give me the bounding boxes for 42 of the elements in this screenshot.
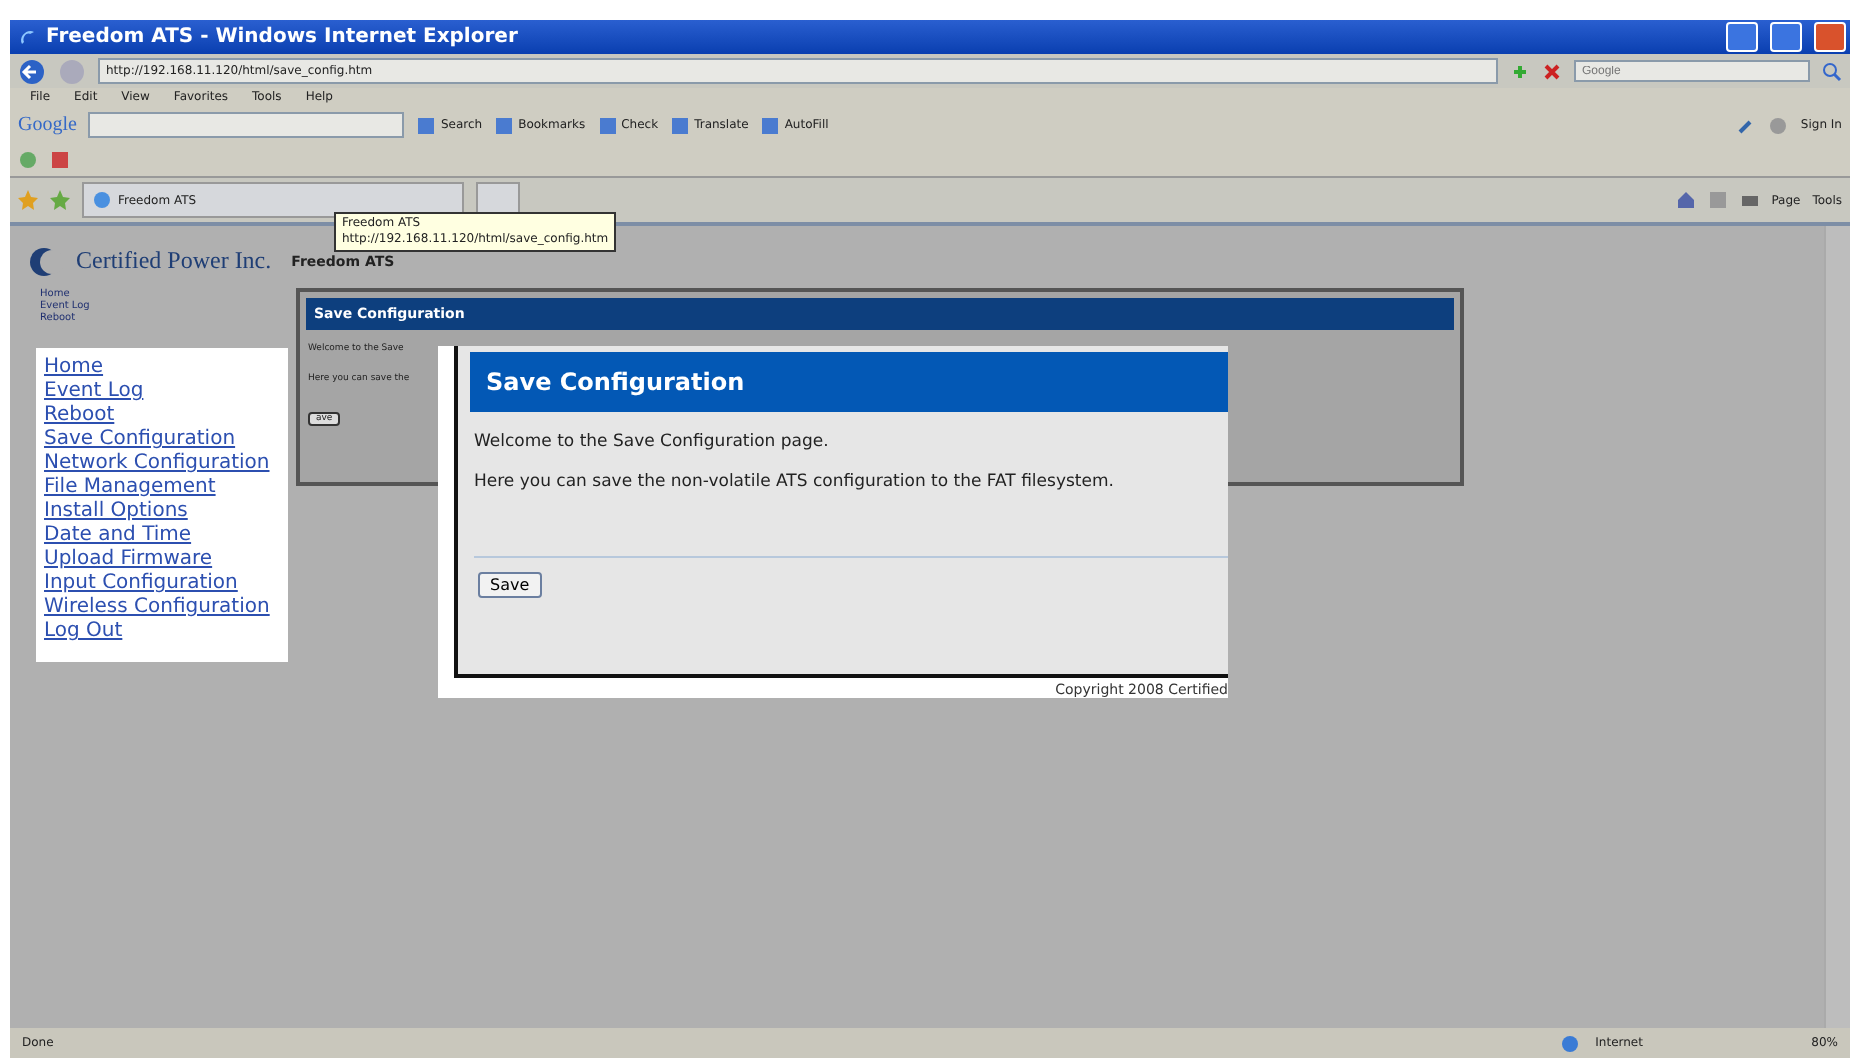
panel-text: Welcome to the Save Configuration page.: [474, 432, 831, 452]
nav-link[interactable]: Network Configuration: [44, 452, 270, 476]
toolbar-search-field[interactable]: [88, 112, 405, 138]
globe-icon: [1559, 1033, 1580, 1053]
restore-button[interactable]: [1770, 22, 1802, 52]
close-button[interactable]: [1814, 22, 1846, 52]
nav-link[interactable]: Event Log: [44, 380, 144, 404]
nav-link[interactable]: Home: [44, 356, 104, 380]
add-favorites-icon[interactable]: [50, 190, 70, 210]
google-logo: Google: [18, 114, 77, 136]
nav-link[interactable]: Date and Time: [44, 524, 192, 548]
refresh-icon[interactable]: [1510, 61, 1530, 81]
search-icon[interactable]: [1822, 61, 1842, 81]
panel-title: Save Configuration: [470, 352, 1228, 412]
forward-button[interactable]: [58, 57, 86, 85]
browser-logo-icon: [18, 27, 38, 47]
toolbar-icon[interactable]: [760, 115, 781, 135]
nav-link[interactable]: File Management: [44, 476, 216, 500]
nav-link[interactable]: Upload Firmware: [44, 548, 213, 572]
save-button[interactable]: Save: [478, 572, 542, 598]
nav-link[interactable]: Install Options: [44, 500, 188, 524]
back-button[interactable]: [18, 57, 46, 85]
toolbar-icon[interactable]: [597, 115, 618, 135]
favorites-star-icon[interactable]: [18, 190, 38, 210]
stop-icon[interactable]: [1542, 61, 1562, 81]
toolbar-icon[interactable]: [416, 115, 437, 135]
toolbar-icon[interactable]: [670, 115, 691, 135]
company-logo: Certified Power Inc.: [30, 246, 272, 276]
nav-link[interactable]: Input Configuration: [44, 572, 238, 596]
home-icon[interactable]: [1675, 190, 1696, 210]
nav-link[interactable]: Save Configuration: [44, 428, 236, 452]
minimize-button[interactable]: [1726, 22, 1758, 52]
bookmark-icon[interactable]: [50, 150, 70, 170]
nav-link[interactable]: Log Out: [44, 620, 123, 644]
nav-link[interactable]: Reboot: [44, 404, 115, 428]
window-title: Freedom ATS - Windows Internet Explorer: [46, 26, 520, 48]
page-icon: [92, 190, 112, 210]
toolbar-icon[interactable]: [494, 115, 515, 135]
favorites-icon[interactable]: [18, 150, 38, 170]
nav-link[interactable]: Wireless Configuration: [44, 596, 270, 620]
panel-text: Here you can save the non-volatile ATS configuration to the FAT filesystem.: [474, 472, 1116, 492]
scrollbar[interactable]: [1824, 226, 1850, 1028]
